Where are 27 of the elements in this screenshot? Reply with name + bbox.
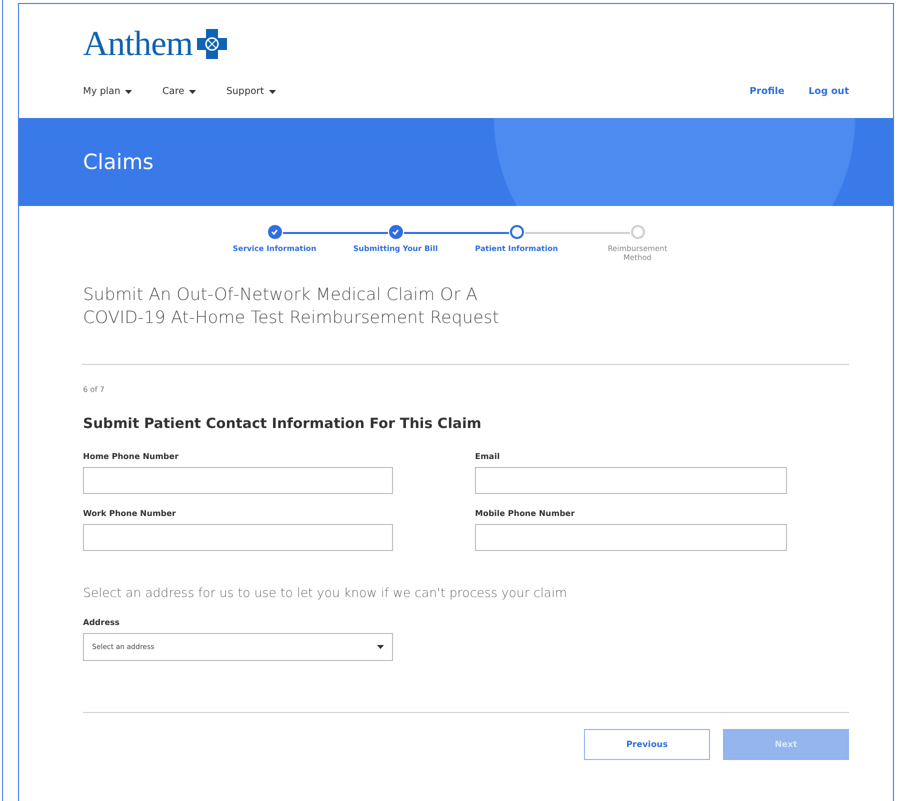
caret-icon <box>268 90 276 94</box>
caret-icon <box>189 90 196 94</box>
caret-icon <box>125 90 132 94</box>
page-title: Submit An Out-Of-Network Medical Claim Or A COVID-19 At-Home Test Reimbursement Request <box>83 284 500 330</box>
header-link[interactable]: Profile <box>750 86 784 97</box>
field-label: Email <box>475 452 501 461</box>
input-field[interactable] <box>83 467 393 494</box>
previous-button[interactable]: Previous <box>584 729 710 760</box>
logo-wordmark[interactable]: Anthem <box>83 24 193 64</box>
nav-menu[interactable]: Care <box>162 86 196 97</box>
input-field[interactable] <box>475 467 787 494</box>
cross-logo-icon <box>196 29 227 59</box>
header-link[interactable]: Log out <box>808 86 849 97</box>
check-icon <box>271 229 278 235</box>
banner-title: Claims <box>83 150 154 174</box>
check-icon <box>392 229 399 235</box>
nav-menu[interactable]: Support <box>226 86 276 97</box>
field-label: Address <box>83 618 121 627</box>
field-label: Mobile Phone Number <box>475 509 576 518</box>
nav-menu[interactable]: My plan <box>83 86 132 97</box>
caret-icon <box>377 645 384 649</box>
input-field[interactable] <box>475 524 787 551</box>
input-field[interactable] <box>83 524 393 551</box>
field-label: Home Phone Number <box>83 452 180 461</box>
section-title: Submit Patient Contact Information For This Claim <box>83 416 482 432</box>
address-prompt: Select an address for us to use to let you know if we can't process your claim <box>83 585 568 600</box>
field-label: Work Phone Number <box>83 509 177 518</box>
